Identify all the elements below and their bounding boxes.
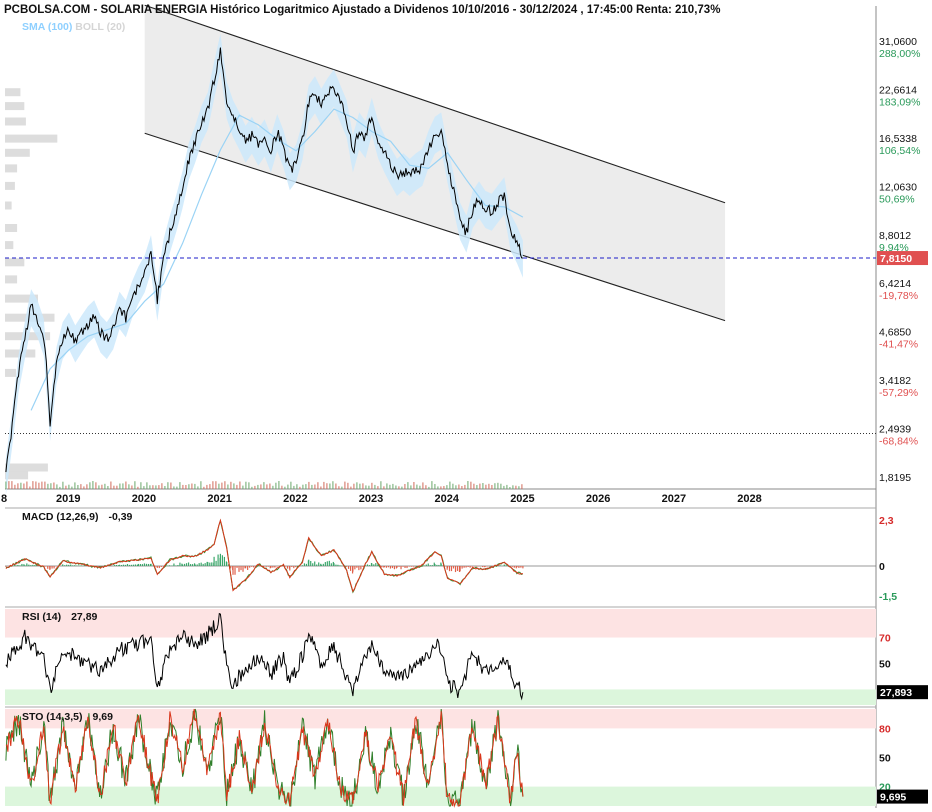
price-tick-label: 6,4214: [879, 278, 911, 290]
rsi-label: RSI (14) 27,89: [22, 611, 107, 623]
rsi-value: 27,89: [71, 611, 98, 623]
percent-tick-label: -19,78%: [879, 290, 918, 302]
macd-value: -0,39: [108, 511, 133, 523]
price-tick-label: 22,6614: [879, 84, 917, 96]
year-tick-label: 2024: [435, 493, 460, 505]
volume-profile-bar: [5, 258, 25, 267]
price-tick-label: 4,6850: [879, 327, 911, 339]
year-tick-label: 8: [1, 493, 7, 505]
rsi-title: RSI (14): [22, 611, 62, 623]
boll-legend: BOLL (20): [75, 21, 126, 33]
volume-profile-bar: [5, 368, 16, 377]
percent-tick-label: -41,47%: [879, 339, 918, 351]
macd-label: MACD (12,26,9) -0,39: [22, 511, 142, 523]
rsi-tick-label: 50: [879, 658, 891, 670]
year-tick-label: 2023: [359, 493, 383, 505]
sto-current-label: 9,695: [880, 792, 906, 804]
year-tick-label: 2026: [586, 493, 610, 505]
chart-title: PCBOLSA.COM - SOLARIA ENERGIA Histórico …: [4, 4, 721, 16]
price-tick-label: 3,4182: [879, 375, 911, 387]
volume-profile-bar: [5, 201, 12, 210]
price-tick-label: 12,0630: [879, 181, 917, 193]
volume-profile-bar: [5, 241, 14, 250]
macd-tick-label: 0: [879, 561, 885, 573]
year-tick-label: 2019: [56, 493, 80, 505]
macd-signal-line: [5, 518, 523, 593]
chart-stage: PCBOLSA.COM - SOLARIA ENERGIA Histórico …: [0, 0, 932, 812]
volume-profile-bar: [5, 164, 18, 173]
percent-tick-label: -57,29%: [879, 387, 918, 399]
rsi-current-label: 27,893: [880, 687, 912, 699]
volume-profile-bar: [5, 224, 18, 232]
volume-profile-bar: [5, 148, 30, 157]
sto-title: STO (14,3,5): [22, 711, 83, 723]
price-tick-label: 31,0600: [879, 36, 917, 48]
sto-tick-label: 50: [879, 753, 891, 765]
macd-tick-label: 2,3: [879, 515, 894, 527]
sto-label: STO (14,3,5) 9,69: [22, 711, 123, 723]
sma-legend: SMA (100): [22, 21, 73, 33]
macd-line: [5, 518, 524, 594]
year-tick-label: 2028: [737, 493, 761, 505]
year-tick-label: 2022: [283, 493, 307, 505]
year-tick-label: 2020: [132, 493, 156, 505]
price-tick-label: 1,8195: [879, 472, 911, 484]
volume-profile-bar: [5, 88, 21, 97]
macd-title: MACD (12,26,9): [22, 511, 99, 523]
volume-profile-bar: [5, 102, 25, 111]
percent-tick-label: 288,00%: [879, 48, 920, 60]
indicator-legend: SMA (100) BOLL (20): [22, 21, 125, 33]
sto-tick-label: 80: [879, 723, 891, 735]
rsi-overbought-band: [5, 609, 876, 638]
volume-profile-bar: [5, 117, 26, 126]
sto-oversold-band: [5, 786, 876, 806]
volume-profile-bar: [5, 463, 48, 472]
price-tick-label: 2,4939: [879, 424, 911, 436]
volume-profile-bar: [5, 275, 18, 284]
percent-tick-label: 106,54%: [879, 145, 920, 157]
volume-profile-bar: [5, 181, 15, 190]
macd-tick-label: -1,5: [879, 591, 897, 603]
rsi-tick-label: 70: [879, 633, 891, 645]
chart-svg: 31,0600288,00% 22,6614183,09% 16,5338106,5…: [1, 4, 928, 808]
price-tick-label: 16,5338: [879, 133, 917, 145]
percent-tick-label: 50,69%: [879, 193, 915, 205]
current-price-label: 7,8150: [880, 253, 912, 265]
year-tick-label: 2027: [662, 493, 686, 505]
rsi-oversold-band: [5, 689, 876, 705]
price-tick-label: 8,8012: [879, 230, 911, 242]
percent-tick-label: -68,84%: [879, 436, 918, 448]
volume-profile-bar: [5, 134, 58, 143]
percent-tick-label: 183,09%: [879, 96, 920, 108]
year-tick-label: 2025: [510, 493, 534, 505]
sto-value: 9,69: [92, 711, 113, 723]
year-tick-label: 2021: [207, 493, 231, 505]
